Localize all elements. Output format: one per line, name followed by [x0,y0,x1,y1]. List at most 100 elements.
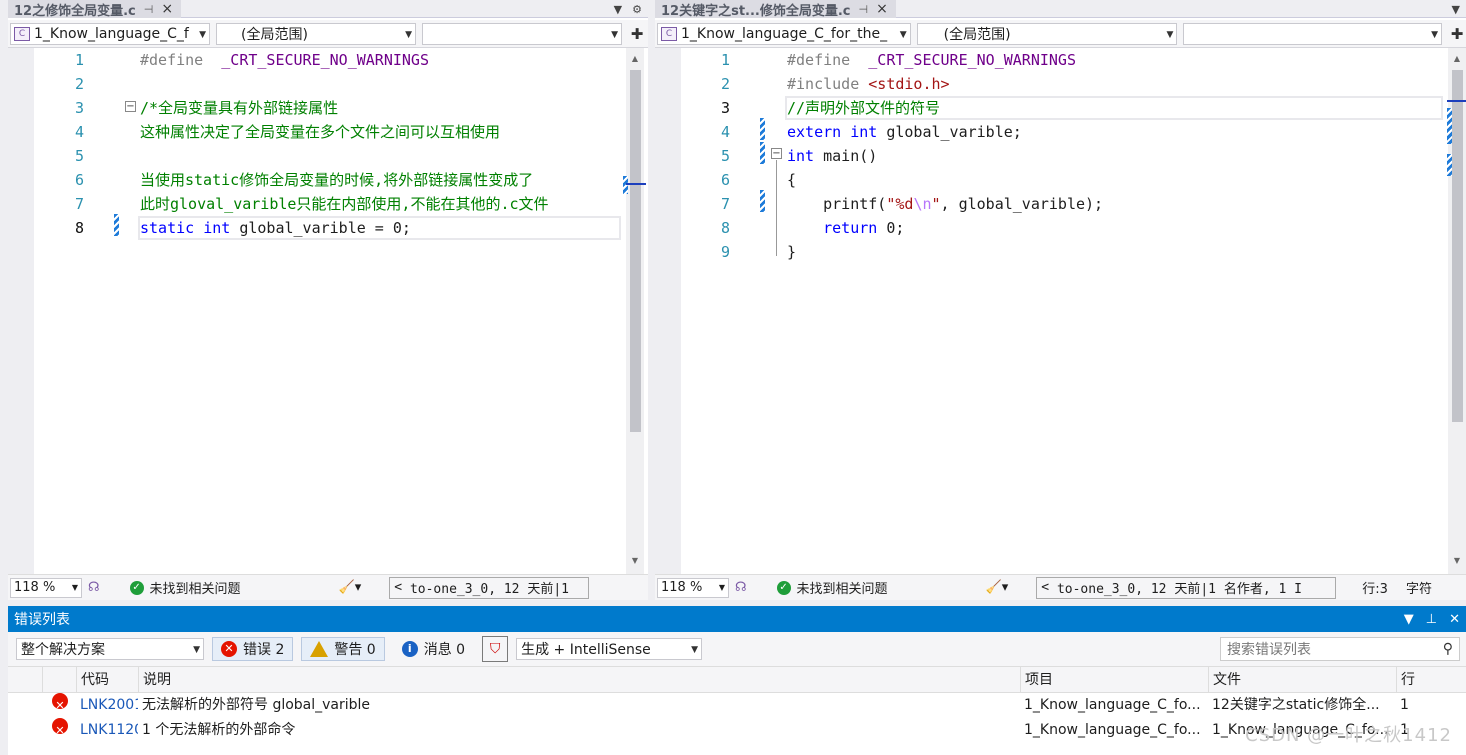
escape-sequence: \n [913,195,932,213]
member-combo[interactable]: ▼ [1183,22,1443,45]
line-number: 8 [720,219,730,237]
split-window-icon[interactable]: ✚ [628,23,646,45]
messages-count: 消息 0 [423,642,466,658]
split-window-icon[interactable]: ✚ [1448,23,1466,45]
left-file-tab[interactable]: 12之修饰全局变量.c ⊣ × [8,0,182,19]
keyword-int: int [203,219,231,237]
string-literal: " [931,195,941,213]
git-info-text: to-one_3_0, 12 天前|1 [409,582,569,597]
cleanup-broom-icon[interactable]: 🧹▾ [339,580,362,595]
code-line-4: extern int global_varible; [787,120,1022,144]
left-tab-strip: 12之修饰全局变量.c ⊣ × ▼ ⚙ [8,0,648,19]
close-tab-icon[interactable]: × [876,1,888,17]
project-combo[interactable]: C 1_Know_language_C_for_the_ ▼ [657,22,911,45]
line-number: 6 [720,171,730,189]
vertical-scrollbar[interactable]: ▲ ▼ [626,48,644,574]
issues-status[interactable]: 未找到相关问题 [797,578,888,597]
line-number: 2 [720,75,730,93]
scroll-down-icon[interactable]: ▼ [626,556,644,565]
pin-icon[interactable]: ⊣ [859,3,869,16]
collapse-icon[interactable]: − [125,101,136,112]
check-icon: ✓ [776,580,791,595]
code-line-3: //声明外部文件的符号 [787,99,941,117]
intellicode-icon[interactable]: ☊ [735,580,747,595]
left-code-editor[interactable]: 1 2 3 4 5 6 7 8 − #define _CRT_SECURE_NO… [8,48,648,574]
window-menu-icon[interactable]: ▼ [1404,612,1414,627]
change-marker [760,190,765,212]
macro-name: _CRT_SECURE_NO_WARNINGS [868,51,1076,69]
messages-toggle-button[interactable]: i 消息 0 [393,637,474,661]
scroll-up-icon[interactable]: ▲ [626,54,644,63]
column-line[interactable]: 行 [1396,667,1436,693]
project-combo[interactable]: C 1_Know_language_C_f ▼ [10,22,210,45]
right-code-editor[interactable]: 1 2 3 4 5 6 7 8 9 − #define _CRT_SECURE_… [655,48,1466,574]
project-icon: C [661,26,677,41]
right-file-tab[interactable]: 12关键字之st...修饰全局变量.c ⊣ × [655,0,896,19]
column-file[interactable]: 文件 [1208,667,1396,693]
filter-icon[interactable]: ⛉ [482,636,509,662]
issues-status[interactable]: 未找到相关问题 [150,578,241,597]
warnings-toggle-button[interactable]: 警告 0 [301,637,385,661]
close-tab-icon[interactable]: × [161,1,173,17]
tab-dropdown-icon[interactable]: ▼ [1452,3,1460,16]
scope-combo-value: (全局范围) [943,26,1011,43]
search-icon[interactable]: ⚲ [1443,641,1453,657]
pin-icon[interactable]: ⊥ [1426,612,1437,627]
git-info-box[interactable]: < to-one_3_0, 12 天前|1 名作者, 1 I [1036,576,1337,599]
code-line-8: static int global_varible = 0; [140,216,411,240]
errors-toggle-button[interactable]: ✕ 错误 2 [212,637,294,661]
close-icon[interactable]: ✕ [1449,612,1460,627]
intellicode-icon[interactable]: ☊ [88,580,100,595]
chevron-down-icon: ▼ [405,29,412,40]
zoom-value: 118 % [661,580,703,595]
line-number: 2 [74,75,84,93]
code-text: printf( [823,195,887,213]
project-combo-value: 1_Know_language_C_for_the_ [681,25,888,42]
zoom-combo[interactable]: 118 % ▼ [10,577,82,598]
pin-icon[interactable]: ⊣ [144,3,154,16]
error-list-toolbar: 整个解决方案 ▼ ✕ 错误 2 警告 0 i 消息 0 ⛉ 生成 + Intel… [8,632,1466,666]
line-indicator[interactable]: 行:3 [1362,578,1388,597]
cleanup-broom-icon[interactable]: 🧹▾ [986,580,1009,595]
error-code-link[interactable]: LNK1120 [80,718,138,743]
code-line-7: printf("%d\n", global_varible); [787,192,1103,216]
warning-icon [310,641,329,657]
scope-combo[interactable]: (全局范围) ▼ [916,22,1178,45]
column-description[interactable]: 说明 [138,667,1018,693]
scroll-change-marker [1447,154,1452,176]
error-row[interactable]: ✕ LNK2001 无法解析的外部符号 global_varible 1_Kno… [8,693,1466,718]
zoom-combo[interactable]: 118 % ▼ [657,577,729,598]
line-number: 4 [74,123,84,141]
git-info-box[interactable]: < to-one_3_0, 12 天前|1 [389,576,590,599]
member-combo[interactable]: ▼ [422,22,622,45]
string-literal: "%d [886,195,914,213]
scrollbar-thumb[interactable] [630,70,641,432]
tab-dropdown-icon[interactable]: ▼ [614,3,622,16]
char-indicator[interactable]: 字符 [1406,578,1432,597]
code-line-2: #include <stdio.h> [787,72,950,96]
scope-combo[interactable]: (全局范围) ▼ [216,22,416,45]
define-directive: #define [140,51,204,69]
scroll-down-icon[interactable]: ▼ [1448,556,1466,565]
project-combo-value: 1_Know_language_C_f [34,25,189,42]
collapse-icon[interactable]: − [771,148,782,159]
keyword-static: static [140,219,195,237]
error-search-input[interactable]: 搜索错误列表 ⚲ [1220,637,1460,661]
settings-gear-icon[interactable]: ⚙ [632,3,642,16]
error-line: 1 [1400,697,1409,713]
scope-combo-value: (全局范围) [241,26,308,43]
line-number: 6 [74,171,84,189]
column-project[interactable]: 项目 [1020,667,1208,693]
error-code-link[interactable]: LNK2001 [80,693,138,718]
build-filter-value: 生成 + IntelliSense [521,642,651,658]
column-code[interactable]: 代码 [76,667,138,693]
macro-name: _CRT_SECURE_NO_WARNINGS [221,51,429,69]
build-filter-combo[interactable]: 生成 + IntelliSense ▼ [516,638,703,660]
scrollbar-thumb[interactable] [1452,70,1463,422]
zoom-value: 118 % [14,580,56,595]
code-line-3: /*全局变量具有外部链接属性 [140,99,339,117]
right-editor-pane: 12关键字之st...修饰全局变量.c ⊣ × ▼ C 1_Know_langu… [655,0,1466,600]
scope-filter-combo[interactable]: 整个解决方案 ▼ [16,638,204,660]
scroll-up-icon[interactable]: ▲ [1448,54,1466,63]
column-icon-header[interactable] [42,667,76,693]
